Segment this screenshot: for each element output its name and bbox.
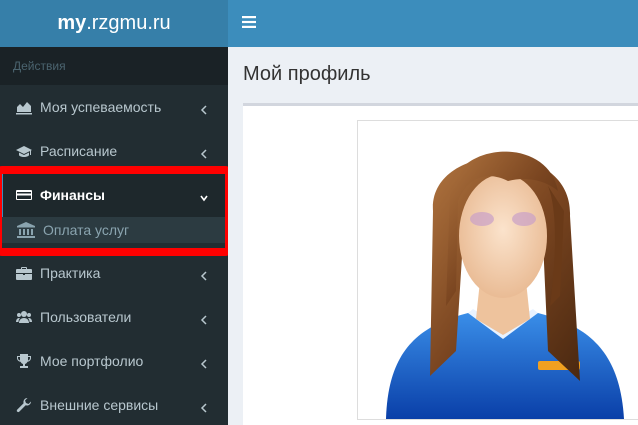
sidebar-section-header: Действия xyxy=(0,47,228,85)
sidebar-item-users[interactable]: Пользователи xyxy=(0,295,228,339)
page-title: Мой профиль xyxy=(243,63,371,85)
sidebar-item-grades[interactable]: Моя успеваемость xyxy=(0,85,228,129)
top-navbar xyxy=(228,0,638,47)
sidebar-item-external-services[interactable]: Внешние сервисы xyxy=(0,383,228,425)
avatar-illustration xyxy=(386,151,624,419)
site-logo[interactable]: my .rzgmu.ru xyxy=(0,0,228,47)
area-chart-icon xyxy=(16,99,32,115)
logo-bold: my xyxy=(57,12,87,34)
main-content: Мой профиль xyxy=(228,47,638,425)
bank-icon xyxy=(17,222,35,238)
users-icon xyxy=(16,309,32,325)
sidebar-item-label: Практика xyxy=(40,265,101,281)
chevron-left-icon xyxy=(200,312,208,325)
sidebar: my .rzgmu.ru Действия Моя успеваемость Ра… xyxy=(0,0,228,425)
sidebar-subitem-label: Оплата услуг xyxy=(43,222,130,238)
credit-card-icon xyxy=(16,187,32,203)
profile-box xyxy=(243,103,638,425)
briefcase-icon xyxy=(16,265,32,281)
sidebar-item-label: Мое портфолио xyxy=(40,353,144,369)
sidebar-item-portfolio[interactable]: Мое портфолио xyxy=(0,339,228,383)
sidebar-item-label: Моя успеваемость xyxy=(40,99,162,115)
wrench-icon xyxy=(16,397,32,413)
trophy-icon xyxy=(16,353,32,369)
sidebar-item-label: Финансы xyxy=(40,187,105,203)
logo-rest: .rzgmu.ru xyxy=(86,12,171,34)
sidebar-item-label: Внешние сервисы xyxy=(40,397,159,413)
chevron-left-icon xyxy=(200,400,208,413)
chevron-left-icon xyxy=(200,356,208,369)
chevron-left-icon xyxy=(200,102,208,115)
chevron-left-icon xyxy=(200,268,208,281)
chevron-left-icon xyxy=(200,146,208,159)
sidebar-item-finance[interactable]: Финансы xyxy=(0,173,228,217)
sidebar-item-schedule[interactable]: Расписание xyxy=(0,129,228,173)
graduation-cap-icon xyxy=(16,143,32,159)
sidebar-item-label: Пользователи xyxy=(40,309,132,325)
sidebar-subitem-payment[interactable]: Оплата услуг xyxy=(0,217,228,243)
sidebar-item-practice[interactable]: Практика xyxy=(0,251,228,295)
sidebar-item-label: Расписание xyxy=(40,143,118,159)
chevron-down-icon xyxy=(200,190,208,202)
hamburger-icon[interactable] xyxy=(242,15,256,29)
profile-photo xyxy=(357,120,638,420)
